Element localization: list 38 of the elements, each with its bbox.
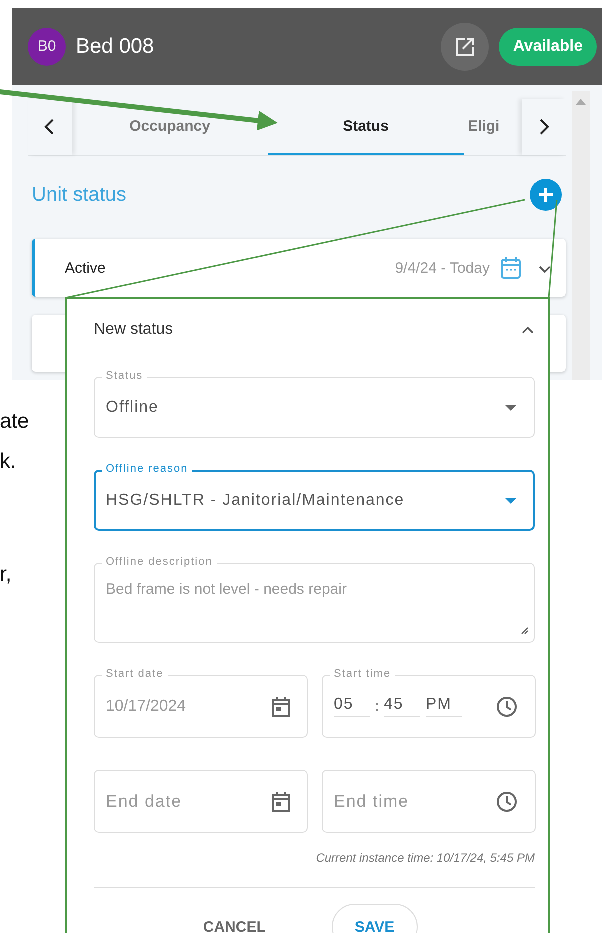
resize-handle-icon[interactable] xyxy=(521,627,529,635)
scroll-up-icon xyxy=(576,99,586,105)
calendar-icon xyxy=(500,256,522,280)
field-value: Offline xyxy=(106,398,160,416)
clock-icon[interactable] xyxy=(496,790,518,812)
status-card[interactable]: Active 9/4/24 - Today xyxy=(32,239,566,297)
save-button[interactable]: SAVE xyxy=(332,904,418,933)
document-text: k. xyxy=(0,449,16,475)
section-title: Unit status xyxy=(32,184,126,206)
chevron-up-icon[interactable] xyxy=(521,325,535,335)
calendar-icon[interactable] xyxy=(272,792,290,812)
field-label: Offline description xyxy=(102,555,217,569)
period-field[interactable]: PM xyxy=(426,696,462,717)
dropdown-caret-icon xyxy=(505,498,517,504)
clock-icon[interactable] xyxy=(496,696,518,718)
status-label: Active xyxy=(65,260,107,276)
document-text: r, xyxy=(0,562,12,588)
status-badge: Available xyxy=(499,28,597,66)
field-value: 10/17/2024 xyxy=(106,698,188,716)
chevron-down-icon xyxy=(538,265,552,275)
scrollbar[interactable] xyxy=(572,91,590,380)
tab[interactable]: Status xyxy=(268,99,464,155)
hour-field[interactable]: 05 xyxy=(334,696,370,717)
calendar-icon[interactable] xyxy=(272,696,290,716)
bed-title: Bed 008 xyxy=(76,34,156,58)
dropdown-caret-icon xyxy=(505,404,517,410)
tab-scroll-left-button[interactable] xyxy=(28,99,72,155)
panel-title: New status xyxy=(94,321,174,339)
document-text: ate xyxy=(0,409,30,435)
date-range: 9/4/24 - Today xyxy=(395,260,490,276)
field-value: HSG/SHLTR - Janitorial/Maintenance xyxy=(106,492,406,510)
plus-icon xyxy=(537,186,555,204)
add-status-button[interactable] xyxy=(530,179,562,211)
avatar: B0 xyxy=(28,28,66,66)
tab[interactable]: Eligi xyxy=(464,99,508,155)
instance-time-note: Current instance time: 10/17/24, 5:45 PM xyxy=(94,851,535,888)
tab[interactable]: Occupancy xyxy=(72,99,268,155)
minute-field[interactable]: 45 xyxy=(384,696,420,717)
